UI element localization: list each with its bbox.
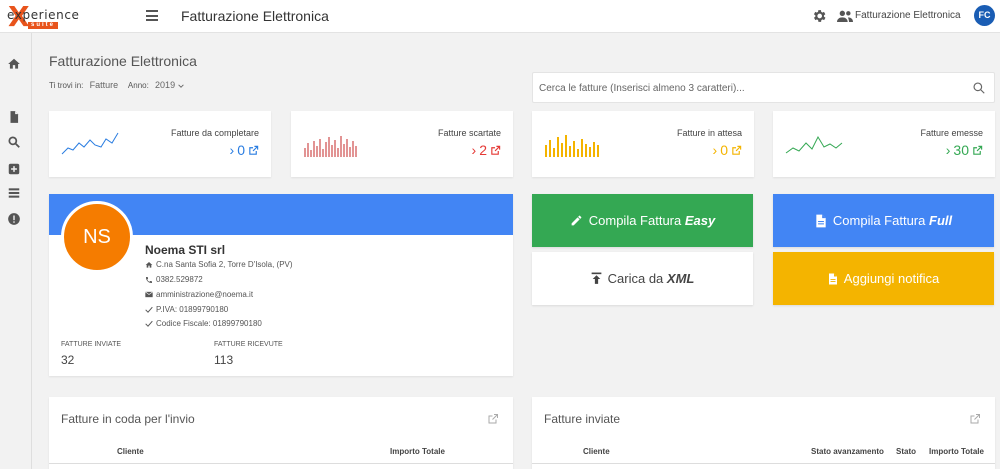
- col-client[interactable]: Cliente: [117, 447, 144, 456]
- stat-count[interactable]: › 0: [713, 142, 742, 158]
- pencil-icon: [571, 215, 582, 226]
- stat-card-pending[interactable]: Fatture in attesa › 0: [532, 111, 754, 177]
- col-total[interactable]: Importo Totale: [390, 447, 445, 456]
- external-link-icon[interactable]: [731, 145, 742, 156]
- col-client[interactable]: Cliente: [583, 447, 610, 456]
- external-link-icon[interactable]: [487, 413, 499, 425]
- col-progress[interactable]: Stato avanzamento: [811, 447, 884, 456]
- year-select[interactable]: 2019: [155, 80, 175, 90]
- add-notification-button[interactable]: Aggiungi notifica: [773, 252, 994, 305]
- logo-word: experience: [7, 8, 80, 22]
- file-icon[interactable]: [7, 110, 21, 124]
- divider: [49, 463, 513, 464]
- users-label[interactable]: Fatturazione Elettronica: [855, 10, 961, 21]
- stat-label: Fatture da completare: [170, 128, 259, 138]
- external-link-icon[interactable]: [972, 145, 983, 156]
- info-icon[interactable]: [7, 212, 21, 226]
- company-piva: P.IVA: 01899790180: [145, 305, 228, 314]
- upload-icon: [591, 272, 602, 284]
- menu-icon[interactable]: [146, 10, 158, 21]
- col-total[interactable]: Importo Totale: [929, 447, 984, 456]
- sent-invoices-value: 32: [61, 353, 75, 367]
- stat-count[interactable]: › 30: [946, 142, 983, 158]
- app-title: Fatturazione Elettronica: [181, 8, 329, 24]
- received-invoices-label: FATTURE RICEVUTE: [214, 341, 283, 348]
- home-icon: [145, 261, 153, 268]
- stat-label: Fatture in attesa: [676, 128, 742, 138]
- upload-xml-button[interactable]: Carica da XML: [532, 252, 753, 305]
- search-icon[interactable]: [972, 81, 986, 95]
- app-logo[interactable]: X experience suite: [6, 3, 79, 31]
- stat-card-issued[interactable]: Fatture emesse › 30: [773, 111, 995, 177]
- bar-sparkline-chart: [304, 136, 357, 157]
- stat-count[interactable]: › 2: [472, 142, 501, 158]
- external-link-icon[interactable]: [490, 145, 501, 156]
- company-name: Noema STI srl: [145, 243, 226, 257]
- company-address: C.na Santa Sofia 2, Torre D'Isola, (PV): [145, 260, 293, 269]
- search-box: [532, 72, 995, 103]
- breadcrumb-value[interactable]: Fatture: [90, 80, 119, 90]
- user-avatar[interactable]: FC: [974, 5, 995, 26]
- external-link-icon[interactable]: [248, 145, 259, 156]
- search-icon[interactable]: [7, 135, 21, 149]
- queue-panel-title: Fatture in coda per l'invio: [61, 412, 195, 426]
- stat-card-rejected[interactable]: Fatture scartate › 2: [291, 111, 513, 177]
- home-icon[interactable]: [7, 57, 21, 71]
- sent-panel-title: Fatture inviate: [544, 412, 621, 426]
- compile-easy-button[interactable]: Compila Fattura Easy: [532, 194, 753, 247]
- gear-icon[interactable]: [811, 8, 827, 24]
- page-title: Fatturazione Elettronica: [49, 53, 197, 69]
- plus-square-icon[interactable]: [7, 162, 21, 176]
- stat-label: Fatture emesse: [920, 128, 983, 138]
- company-email: amministrazione@noema.it: [145, 290, 253, 299]
- sparkline-chart: [61, 132, 119, 155]
- stat-label: Fatture scartate: [437, 128, 501, 138]
- sent-invoices-label: FATTURE INVIATE: [61, 341, 122, 348]
- check-icon: [145, 320, 153, 327]
- company-phone: 0382.529872: [145, 275, 203, 284]
- sparkline-chart: [785, 135, 843, 154]
- envelope-icon: [145, 291, 153, 298]
- company-codice-fiscale: Codice Fiscale: 01899790180: [145, 319, 262, 328]
- search-input[interactable]: [539, 80, 959, 96]
- queue-panel: Fatture in coda per l'invio Cliente Impo…: [49, 397, 513, 469]
- check-icon: [145, 306, 153, 313]
- top-bar: X experience suite Fatturazione Elettron…: [0, 0, 1000, 33]
- breadcrumb-label: Ti trovi in:: [49, 81, 84, 90]
- divider: [532, 463, 995, 464]
- sent-panel: Fatture inviate Cliente Stato avanzament…: [532, 397, 995, 469]
- logo-suite: suite: [28, 22, 59, 29]
- received-invoices-value: 113: [214, 353, 234, 367]
- sidebar: [0, 33, 32, 469]
- bar-sparkline-chart: [545, 135, 599, 157]
- stat-count[interactable]: › 0: [230, 142, 259, 158]
- stat-card-to-complete[interactable]: Fatture da completare › 0: [49, 111, 271, 177]
- document-icon: [828, 273, 837, 284]
- document-icon: [816, 214, 826, 227]
- list-icon[interactable]: [7, 186, 21, 200]
- external-link-icon[interactable]: [969, 413, 981, 425]
- company-avatar: NS: [61, 201, 133, 273]
- users-icon[interactable]: [837, 9, 853, 23]
- phone-icon: [146, 276, 152, 283]
- chevron-down-icon[interactable]: [178, 84, 185, 88]
- breadcrumb: Ti trovi in: Fatture Anno: 2019: [49, 80, 185, 90]
- compile-full-button[interactable]: Compila Fattura Full: [773, 194, 994, 247]
- company-card: NS Noema STI srl C.na Santa Sofia 2, Tor…: [49, 194, 513, 376]
- year-label: Anno:: [127, 81, 149, 90]
- col-state[interactable]: Stato: [896, 447, 916, 456]
